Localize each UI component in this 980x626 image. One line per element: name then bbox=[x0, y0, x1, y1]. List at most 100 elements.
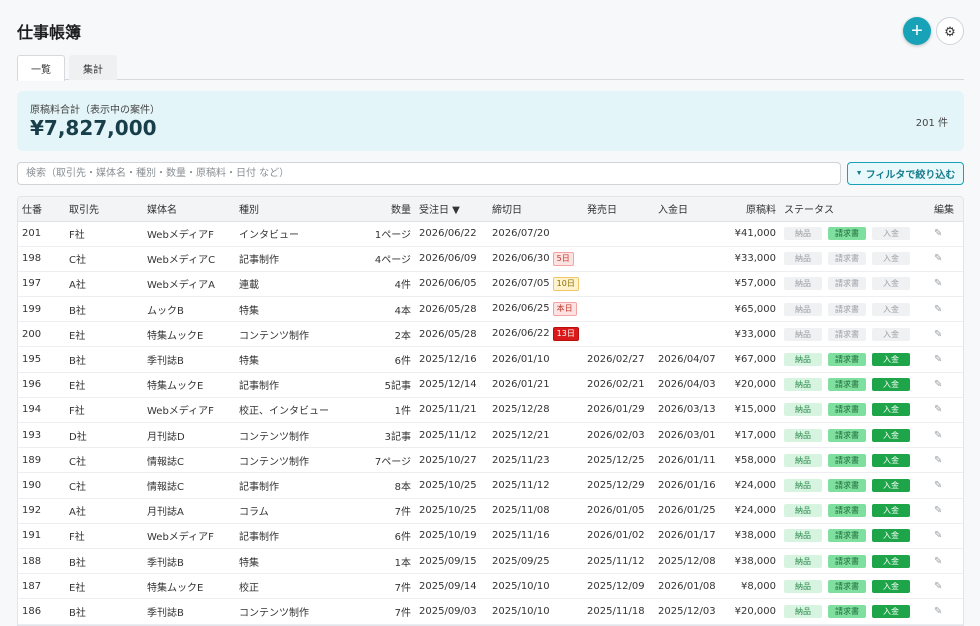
status-delivered-toggle[interactable]: 納品 bbox=[784, 604, 822, 618]
pencil-icon[interactable]: ✎ bbox=[934, 556, 942, 567]
pencil-icon[interactable]: ✎ bbox=[934, 404, 942, 415]
table-row[interactable]: 199 B社 ムックB 特集 4本 2026/05/28 2026/06/25 本日 ¥65,0… bbox=[18, 296, 963, 323]
status-paid-toggle[interactable]: 入金 bbox=[872, 302, 910, 316]
table-row[interactable]: 193 D社 月刊誌D コンテンツ制作 3記事 2025/11/12 2025/12/21 2… bbox=[18, 422, 963, 449]
pencil-icon[interactable]: ✎ bbox=[934, 606, 942, 617]
add-button[interactable]: + bbox=[903, 17, 931, 45]
status-paid-toggle[interactable]: 入金 bbox=[872, 428, 910, 442]
table-row[interactable]: 188 B社 季刊誌B 特集 1本 2025/09/15 2025/09/25 2025/11… bbox=[18, 548, 963, 575]
col-header-release-date[interactable]: 発売日 bbox=[583, 197, 654, 222]
search-input[interactable] bbox=[17, 162, 841, 185]
status-delivered-toggle[interactable]: 納品 bbox=[784, 453, 822, 467]
pencil-icon[interactable]: ✎ bbox=[934, 228, 942, 239]
table-row[interactable]: 198 C社 WebメディアC 記事制作 4ページ 2026/06/09 2026/06/3… bbox=[18, 246, 963, 272]
col-header-qty[interactable]: 数量 bbox=[355, 197, 415, 222]
status-delivered-toggle[interactable]: 納品 bbox=[784, 327, 822, 341]
status-paid-toggle[interactable]: 入金 bbox=[872, 277, 910, 291]
status-paid-toggle[interactable]: 入金 bbox=[872, 504, 910, 518]
pencil-icon[interactable]: ✎ bbox=[934, 354, 942, 365]
status-invoice-toggle[interactable]: 請求書 bbox=[828, 378, 866, 392]
status-paid-toggle[interactable]: 入金 bbox=[872, 252, 910, 266]
table-row[interactable]: 201 F社 WebメディアF インタビュー 1ページ 2026/06/22 2026/07… bbox=[18, 221, 963, 247]
status-invoice-toggle[interactable]: 請求書 bbox=[828, 277, 866, 291]
status-invoice-toggle[interactable]: 請求書 bbox=[828, 353, 866, 367]
col-header-status[interactable]: ステータス bbox=[780, 197, 930, 222]
status-delivered-toggle[interactable]: 納品 bbox=[784, 579, 822, 593]
col-header-kind[interactable]: 種別 bbox=[235, 197, 355, 222]
pencil-icon[interactable]: ✎ bbox=[934, 455, 942, 466]
pencil-icon[interactable]: ✎ bbox=[934, 530, 942, 541]
status-invoice-toggle[interactable]: 請求書 bbox=[828, 302, 866, 316]
table-row[interactable]: 192 A社 月刊誌A コラム 7件 2025/10/25 2025/11/08 2026/0… bbox=[18, 498, 963, 524]
status-invoice-toggle[interactable]: 請求書 bbox=[828, 403, 866, 417]
table-row[interactable]: 190 C社 情報誌C 記事制作 8本 2025/10/25 2025/11/12 2025/… bbox=[18, 472, 963, 499]
pencil-icon[interactable]: ✎ bbox=[934, 581, 942, 592]
col-header-order-date[interactable]: 受注日 ▼ bbox=[415, 197, 488, 222]
pencil-icon[interactable]: ✎ bbox=[934, 480, 942, 491]
status-invoice-toggle[interactable]: 請求書 bbox=[828, 428, 866, 442]
status-paid-toggle[interactable]: 入金 bbox=[872, 579, 910, 593]
col-header-media[interactable]: 媒体名 bbox=[143, 197, 235, 222]
settings-button[interactable]: ⚙ bbox=[936, 17, 964, 45]
cell-media: 季刊誌B bbox=[143, 598, 235, 625]
status-invoice-toggle[interactable]: 請求書 bbox=[828, 579, 866, 593]
status-paid-toggle[interactable]: 入金 bbox=[872, 378, 910, 392]
tab-list[interactable]: 一覧 bbox=[17, 55, 65, 81]
status-invoice-toggle[interactable]: 請求書 bbox=[828, 453, 866, 467]
status-delivered-toggle[interactable]: 納品 bbox=[784, 378, 822, 392]
status-delivered-toggle[interactable]: 納品 bbox=[784, 353, 822, 367]
status-paid-toggle[interactable]: 入金 bbox=[872, 353, 910, 367]
status-paid-toggle[interactable]: 入金 bbox=[872, 327, 910, 341]
status-delivered-toggle[interactable]: 納品 bbox=[784, 504, 822, 518]
pencil-icon[interactable]: ✎ bbox=[934, 379, 942, 390]
deadline-text: 2025/11/23 bbox=[492, 454, 550, 466]
table-row[interactable]: 189 C社 情報誌C コンテンツ制作 7ページ 2025/10/27 2025/11/23… bbox=[18, 447, 963, 474]
table-row[interactable]: 194 F社 WebメディアF 校正、インタビュー 1件 2025/11/21 2025/1… bbox=[18, 397, 963, 424]
table-row[interactable]: 195 B社 季刊誌B 特集 6件 2025/12/16 2026/01/10 2026/02… bbox=[18, 346, 963, 373]
status-paid-toggle[interactable]: 入金 bbox=[872, 227, 910, 241]
pencil-icon[interactable]: ✎ bbox=[934, 304, 942, 315]
page-title: 仕事帳簿 bbox=[17, 23, 82, 42]
status-invoice-toggle[interactable]: 請求書 bbox=[828, 504, 866, 518]
status-delivered-toggle[interactable]: 納品 bbox=[784, 277, 822, 291]
pencil-icon[interactable]: ✎ bbox=[934, 278, 942, 289]
status-delivered-toggle[interactable]: 納品 bbox=[784, 227, 822, 241]
table-row[interactable]: 191 F社 WebメディアF 記事制作 6件 2025/10/19 2025/11/16 2… bbox=[18, 523, 963, 549]
pencil-icon[interactable]: ✎ bbox=[934, 430, 942, 441]
status-paid-toggle[interactable]: 入金 bbox=[872, 453, 910, 467]
status-invoice-toggle[interactable]: 請求書 bbox=[828, 604, 866, 618]
status-invoice-toggle[interactable]: 請求書 bbox=[828, 327, 866, 341]
status-paid-toggle[interactable]: 入金 bbox=[872, 478, 910, 492]
tab-summary[interactable]: 集計 bbox=[69, 55, 117, 80]
status-invoice-toggle[interactable]: 請求書 bbox=[828, 554, 866, 568]
pencil-icon[interactable]: ✎ bbox=[934, 505, 942, 516]
status-paid-toggle[interactable]: 入金 bbox=[872, 604, 910, 618]
status-delivered-toggle[interactable]: 納品 bbox=[784, 252, 822, 266]
status-delivered-toggle[interactable]: 納品 bbox=[784, 529, 822, 543]
status-invoice-toggle[interactable]: 請求書 bbox=[828, 227, 866, 241]
status-paid-toggle[interactable]: 入金 bbox=[872, 529, 910, 543]
col-header-client[interactable]: 取引先 bbox=[65, 197, 143, 222]
table-row[interactable]: 196 E社 特集ムックE 記事制作 5記事 2025/12/14 2026/01/21 20… bbox=[18, 372, 963, 398]
table-row[interactable]: 200 E社 特集ムックE コンテンツ制作 2本 2026/05/28 2026/06/22… bbox=[18, 321, 963, 348]
table-row[interactable]: 186 B社 季刊誌B コンテンツ制作 7件 2025/09/03 2025/10/10 20… bbox=[18, 598, 963, 625]
col-header-deadline[interactable]: 締切日 bbox=[488, 197, 583, 222]
status-delivered-toggle[interactable]: 納品 bbox=[784, 403, 822, 417]
status-paid-toggle[interactable]: 入金 bbox=[872, 403, 910, 417]
pencil-icon[interactable]: ✎ bbox=[934, 253, 942, 264]
status-invoice-toggle[interactable]: 請求書 bbox=[828, 252, 866, 266]
status-invoice-toggle[interactable]: 請求書 bbox=[828, 529, 866, 543]
status-paid-toggle[interactable]: 入金 bbox=[872, 554, 910, 568]
status-invoice-toggle[interactable]: 請求書 bbox=[828, 478, 866, 492]
status-delivered-toggle[interactable]: 納品 bbox=[784, 478, 822, 492]
filter-button[interactable]: ▼ フィルタで絞り込む bbox=[847, 162, 964, 185]
col-header-paid-date[interactable]: 入金日 bbox=[654, 197, 725, 222]
status-delivered-toggle[interactable]: 納品 bbox=[784, 302, 822, 316]
table-row[interactable]: 187 E社 特集ムックE 校正 7件 2025/09/14 2025/10/10 2025/… bbox=[18, 573, 963, 600]
col-header-id[interactable]: 仕番 bbox=[18, 197, 65, 222]
pencil-icon[interactable]: ✎ bbox=[934, 329, 942, 340]
col-header-fee[interactable]: 原稿料 bbox=[725, 197, 780, 222]
table-row[interactable]: 197 A社 WebメディアA 連載 4件 2026/06/05 2026/07/05 10日… bbox=[18, 271, 963, 298]
status-delivered-toggle[interactable]: 納品 bbox=[784, 554, 822, 568]
status-delivered-toggle[interactable]: 納品 bbox=[784, 428, 822, 442]
